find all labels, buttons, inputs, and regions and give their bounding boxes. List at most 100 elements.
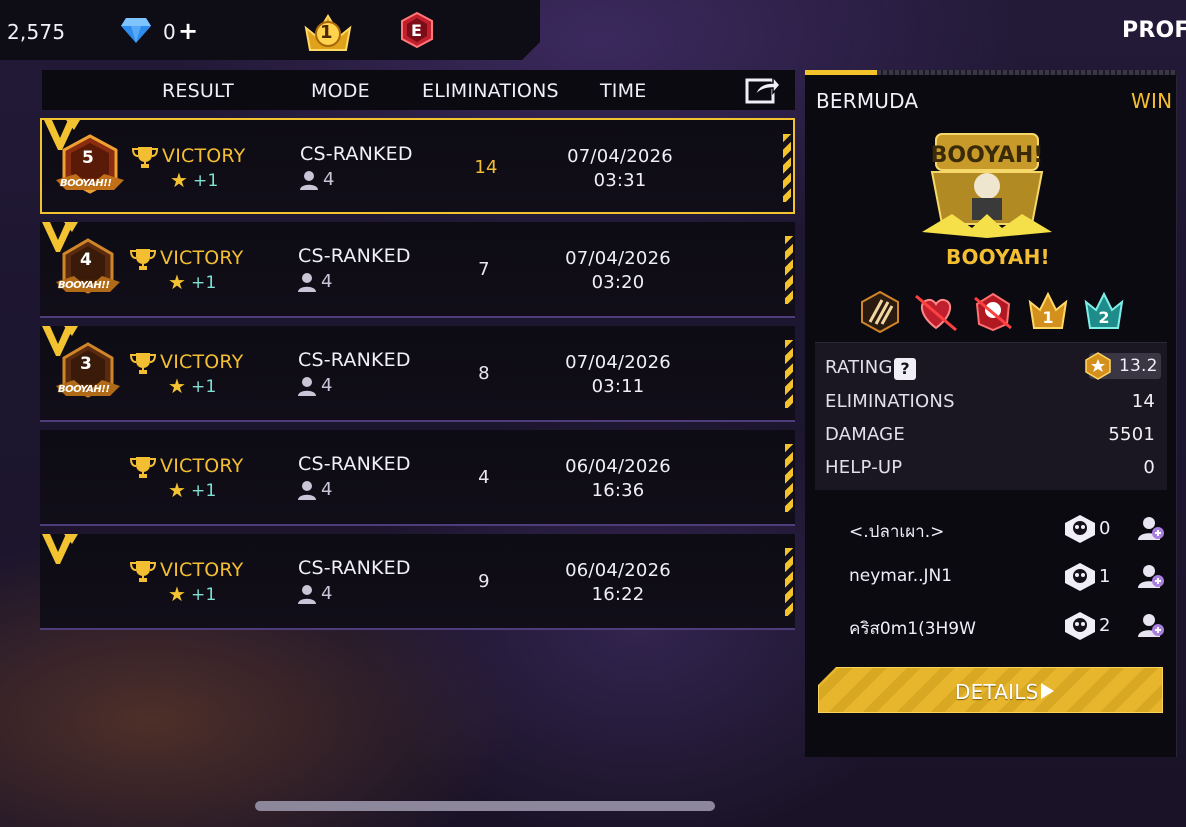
eliminations-label: ELIMINATIONS: [825, 391, 955, 412]
damage-stat: 5501: [1108, 424, 1155, 445]
row-stripe: [785, 236, 793, 304]
e-badge-icon[interactable]: E: [399, 11, 435, 49]
e-badge-label: E: [411, 21, 422, 40]
share-icon[interactable]: [745, 72, 781, 104]
match-time: 16:36: [591, 480, 645, 501]
match-row[interactable]: 3 BOOYAH!! VICTORY ★ +1 CS-RANKED 4 8 07…: [40, 326, 795, 422]
rating-value: 13.2: [1119, 356, 1158, 376]
claw-badge-icon[interactable]: [858, 290, 902, 334]
eliminations-stat: 14: [1131, 391, 1155, 412]
rating-value-box: 13.2: [1085, 352, 1161, 380]
skull-icon: [1065, 563, 1095, 591]
star-icon: ★: [168, 582, 186, 606]
rating-medal-icon: [1085, 352, 1111, 380]
eliminations-value: 9: [478, 571, 490, 592]
helpup-stat: 0: [1143, 457, 1155, 478]
trophy-icon: [130, 457, 156, 478]
result-label: VICTORY: [160, 351, 244, 373]
match-time: 03:31: [593, 170, 647, 191]
helpup-label: HELP-UP: [825, 457, 903, 478]
result-label: VICTORY: [162, 145, 246, 167]
player-icon: [298, 585, 316, 604]
skull-icon: [1065, 515, 1095, 543]
mvp-v-icon: [42, 534, 78, 564]
skull-badge-icon[interactable]: [971, 290, 1015, 334]
player-name: <.ปลาเผา.>: [849, 522, 945, 542]
trophy-icon: [132, 147, 158, 168]
diamond-count: 0: [163, 20, 176, 44]
trophy-icon: [130, 249, 156, 270]
outcome-label: WIN: [1131, 89, 1173, 113]
booyah-title: BOOYAH!: [946, 245, 1050, 269]
heart-badge-icon[interactable]: [914, 290, 958, 334]
add-friend-icon[interactable]: [1137, 611, 1165, 639]
booyah-medal-icon: 5 BOOYAH!!: [54, 134, 126, 202]
star-icon: ★: [168, 374, 186, 398]
row-stripe: [783, 134, 791, 202]
reward-label: +1: [191, 377, 217, 397]
mode-label: CS-RANKED: [298, 557, 411, 579]
result-label: VICTORY: [160, 455, 244, 477]
player-count: 4: [321, 375, 333, 396]
eliminations-value: 14: [474, 157, 498, 178]
add-friend-icon[interactable]: [1137, 514, 1165, 542]
match-time: 16:22: [591, 584, 645, 605]
achievement-badges: 1 2: [858, 290, 1128, 336]
match-date: 07/04/2026: [565, 248, 671, 269]
match-date: 07/04/2026: [565, 352, 671, 373]
details-button[interactable]: DETAILS: [818, 667, 1163, 713]
reward-label: +1: [193, 171, 219, 191]
mode-label: CS-RANKED: [300, 143, 413, 165]
header-time: TIME: [600, 80, 647, 102]
star-icon: ★: [168, 478, 186, 502]
eliminations-value: 7: [478, 259, 490, 280]
reward-label: +1: [191, 481, 217, 501]
rank-1-badge-icon[interactable]: 1: [1026, 290, 1070, 334]
play-arrow-icon: [1041, 683, 1054, 699]
gold-coins-count: 2,575: [7, 20, 66, 44]
skull-icon: [1065, 612, 1095, 640]
header-result: RESULT: [162, 80, 234, 102]
trophy-icon: [130, 561, 156, 582]
match-time: 03:20: [591, 272, 645, 293]
add-friend-icon[interactable]: [1137, 562, 1165, 590]
rank-2-badge-icon[interactable]: 2: [1082, 290, 1126, 334]
star-icon: ★: [170, 168, 188, 192]
player-count: 4: [321, 583, 333, 604]
player-name: คริส0m1(3H9W: [849, 619, 976, 639]
rank-number: 1: [320, 22, 333, 43]
reward-label: +1: [191, 585, 217, 605]
booyah-art-text: BOOYAH!: [931, 143, 1044, 168]
booyah-medal-icon: 4 BOOYAH!!: [52, 236, 124, 304]
player-name: neymar..JN1: [849, 566, 953, 586]
match-row[interactable]: VICTORY ★ +1 CS-RANKED 4 4 06/04/2026 16…: [40, 430, 795, 526]
booyah-medal-icon: 3 BOOYAH!!: [52, 340, 124, 408]
home-indicator[interactable]: [255, 801, 715, 811]
row-stripe: [785, 548, 793, 616]
match-row[interactable]: 5 BOOYAH!! VICTORY ★ +1 CS-RANKED 4 14 0…: [40, 118, 795, 214]
badge-number: 1: [1042, 308, 1053, 327]
player-icon: [300, 171, 318, 190]
row-stripe: [785, 340, 793, 408]
rating-label: RATING: [825, 357, 893, 378]
eliminations-value: 8: [478, 363, 490, 384]
match-row[interactable]: 4 BOOYAH!! VICTORY ★ +1 CS-RANKED 4 7 07…: [40, 222, 795, 318]
match-row[interactable]: VICTORY ★ +1 CS-RANKED 4 9 06/04/2026 16…: [40, 534, 795, 630]
match-date: 06/04/2026: [565, 560, 671, 581]
badge-number: 2: [1098, 308, 1109, 327]
player-icon: [298, 273, 316, 292]
details-button-label: DETAILS: [955, 680, 1039, 704]
rank-crown-icon[interactable]: 1: [302, 10, 354, 54]
player-icon: [298, 377, 316, 396]
player-kills: 0: [1099, 518, 1111, 539]
top-currency-bar: [0, 0, 540, 60]
player-count: 4: [321, 271, 333, 292]
match-time: 03:11: [591, 376, 645, 397]
row-stripe: [785, 444, 793, 512]
add-diamonds-button[interactable]: +: [178, 17, 198, 45]
help-icon[interactable]: ?: [894, 358, 916, 380]
tab-profile[interactable]: PROFI: [1122, 18, 1186, 43]
map-name: BERMUDA: [816, 89, 919, 113]
player-count: 4: [321, 479, 333, 500]
damage-label: DAMAGE: [825, 424, 905, 445]
